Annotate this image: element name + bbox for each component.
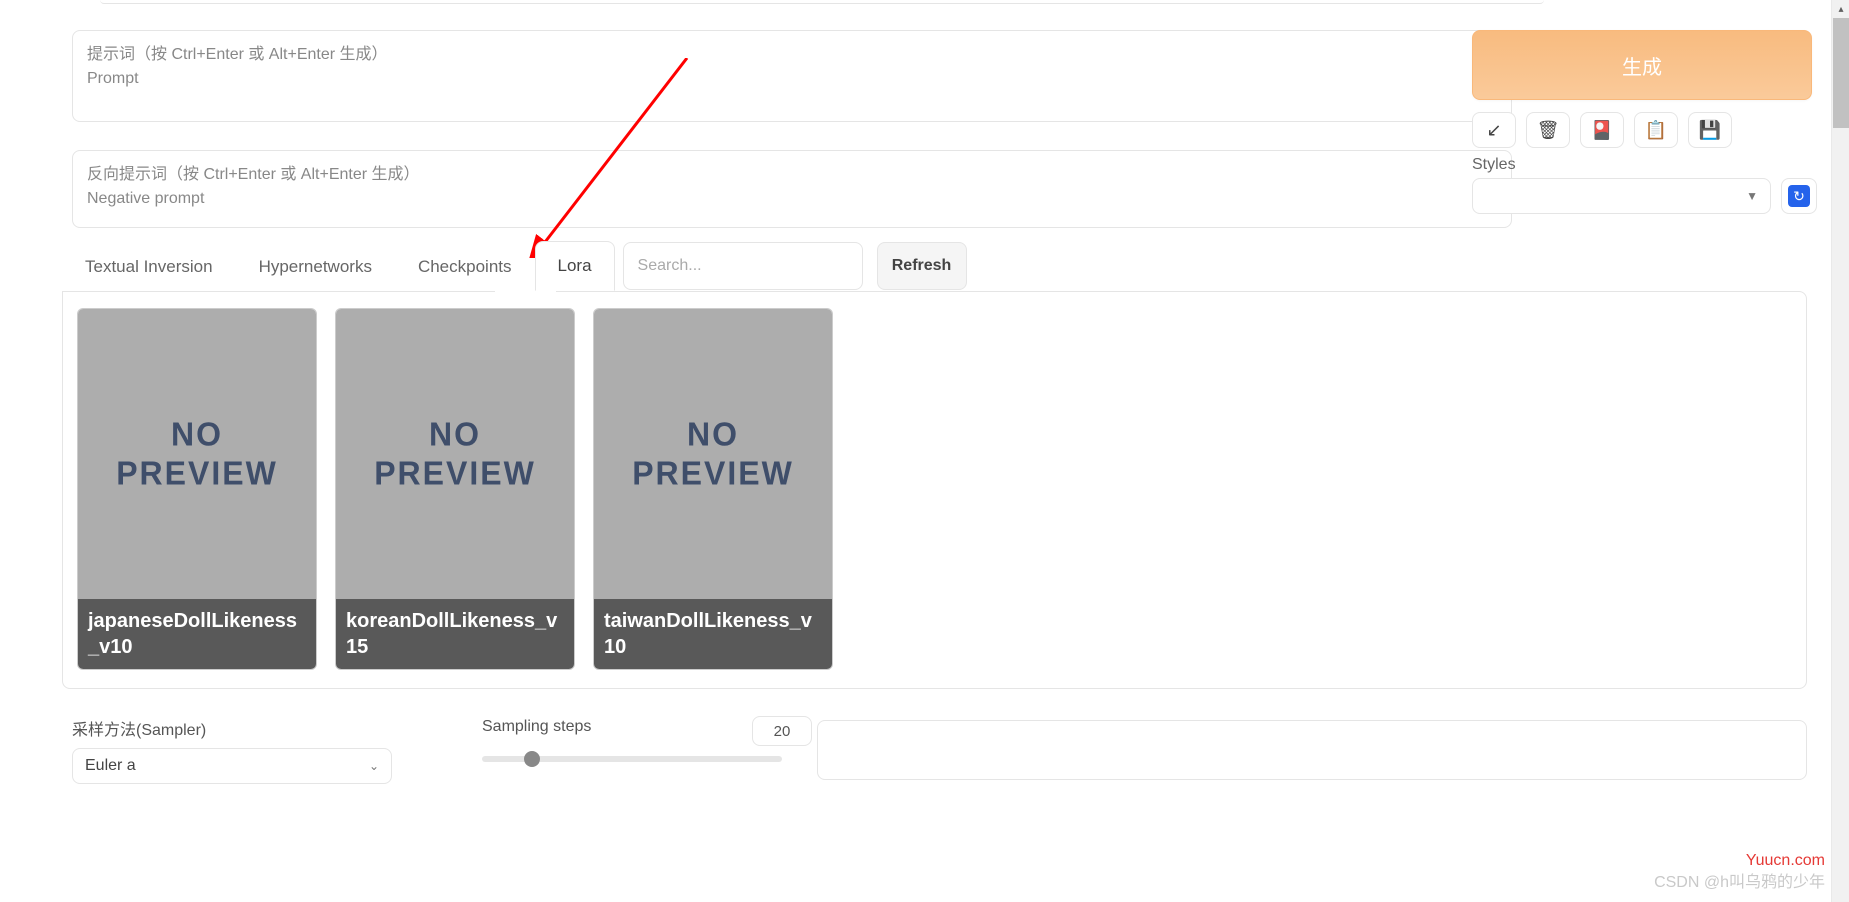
tab-hypernetworks[interactable]: Hypernetworks <box>236 242 395 291</box>
trash-icon: 🗑 <box>1537 120 1560 141</box>
extra-networks-button[interactable]: 🎴 <box>1580 112 1624 148</box>
no-preview-text: NOPREVIEW <box>632 415 794 492</box>
lora-card[interactable]: NOPREVIEW taiwanDollLikeness_v10 <box>593 308 833 670</box>
slider-thumb[interactable] <box>524 751 540 767</box>
save-icon: 💾 <box>1699 120 1721 141</box>
card-icon: 🎴 <box>1591 120 1613 141</box>
clipboard-icon: 📋 <box>1645 120 1667 141</box>
save-style-button[interactable]: 💾 <box>1688 112 1732 148</box>
vertical-scrollbar[interactable]: ▴ <box>1831 0 1849 902</box>
card-caption: koreanDollLikeness_v15 <box>336 599 574 669</box>
refresh-icon: ↻ <box>1788 185 1810 207</box>
tab-lora[interactable]: Lora <box>535 241 615 291</box>
steps-number-input[interactable]: 20 <box>752 716 812 746</box>
chevron-down-icon: ⌄ <box>369 759 379 773</box>
tab-checkpoints[interactable]: Checkpoints <box>395 242 535 291</box>
steps-label: Sampling steps <box>482 718 591 736</box>
sampler-value: Euler a <box>85 757 136 775</box>
generate-button[interactable]: 生成 <box>1472 30 1812 100</box>
neg-prompt-placeholder-line1: 反向提示词（按 Ctrl+Enter 或 Alt+Enter 生成） <box>87 163 1497 187</box>
chevron-down-icon: ▼ <box>1746 189 1758 203</box>
no-preview-text: NOPREVIEW <box>116 415 278 492</box>
refresh-styles-button[interactable]: ↻ <box>1781 178 1817 214</box>
card-preview: NOPREVIEW <box>336 309 574 599</box>
card-preview: NOPREVIEW <box>594 309 832 599</box>
arrow-icon: ↙ <box>1486 120 1501 141</box>
extra-networks-search-input[interactable] <box>623 242 863 290</box>
lora-card[interactable]: NOPREVIEW koreanDollLikeness_v15 <box>335 308 575 670</box>
scroll-thumb[interactable] <box>1833 18 1849 128</box>
lora-card[interactable]: NOPREVIEW japaneseDollLikeness_v10 <box>77 308 317 670</box>
clear-prompt-button[interactable]: 🗑 <box>1526 112 1570 148</box>
prompt-input[interactable]: 提示词（按 Ctrl+Enter 或 Alt+Enter 生成） Prompt <box>72 30 1512 122</box>
card-caption: japaneseDollLikeness_v10 <box>78 599 316 669</box>
no-preview-text: NOPREVIEW <box>374 415 536 492</box>
refresh-button[interactable]: Refresh <box>877 242 967 290</box>
paste-button[interactable]: 📋 <box>1634 112 1678 148</box>
sampler-label: 采样方法(Sampler) <box>72 716 452 740</box>
card-caption: taiwanDollLikeness_v10 <box>594 599 832 669</box>
negative-prompt-input[interactable]: 反向提示词（按 Ctrl+Enter 或 Alt+Enter 生成） Negat… <box>72 150 1512 228</box>
watermark-csdn: CSDN @h叫乌鸦的少年 <box>1654 868 1825 892</box>
lora-cards-panel: NOPREVIEW japaneseDollLikeness_v10 NOPRE… <box>62 291 1807 689</box>
card-preview: NOPREVIEW <box>78 309 316 599</box>
prompt-placeholder-line1: 提示词（按 Ctrl+Enter 或 Alt+Enter 生成） <box>87 43 1497 67</box>
scroll-up-arrow[interactable]: ▴ <box>1832 0 1849 18</box>
generate-label: 生成 <box>1622 51 1662 80</box>
sampler-dropdown[interactable]: Euler a ⌄ <box>72 748 392 784</box>
arrow-interrogate-button[interactable]: ↙ <box>1472 112 1516 148</box>
output-panel <box>817 720 1807 780</box>
steps-slider[interactable] <box>482 756 782 762</box>
neg-prompt-placeholder-line2: Negative prompt <box>87 187 1497 211</box>
styles-dropdown[interactable]: ▼ <box>1472 178 1771 214</box>
styles-label: Styles <box>1472 156 1817 174</box>
prompt-placeholder-line2: Prompt <box>87 67 1497 91</box>
tab-textual-inversion[interactable]: Textual Inversion <box>62 242 236 291</box>
